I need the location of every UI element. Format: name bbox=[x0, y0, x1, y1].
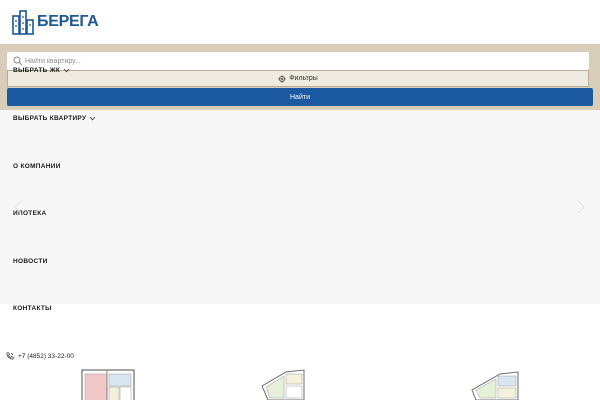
nav-item-label: ВЫБРАТЬ КВАРТИРУ bbox=[13, 115, 87, 122]
nav-item-label: НОВОСТИ bbox=[13, 258, 48, 265]
gear-icon bbox=[278, 74, 286, 83]
nav-item-contacts[interactable]: КОНТАКТЫ bbox=[13, 305, 52, 312]
nav-item-label: О КОМПАНИИ bbox=[13, 163, 61, 170]
floorplan-image[interactable] bbox=[258, 368, 308, 400]
chevron-down-icon bbox=[90, 116, 96, 121]
search-icon bbox=[13, 56, 23, 66]
complex-select-label: ВЫБРАТЬ ЖК bbox=[13, 67, 61, 74]
logo-text: БЕРЕГА bbox=[37, 13, 99, 30]
filters-label: Фильтры bbox=[289, 75, 318, 82]
chevron-left-icon[interactable] bbox=[14, 200, 22, 214]
complex-select[interactable]: ВЫБРАТЬ ЖК bbox=[13, 67, 70, 74]
nav-item-choose-apartment[interactable]: ВЫБРАТЬ КВАРТИРУ bbox=[13, 115, 96, 122]
hero-slider bbox=[0, 110, 600, 304]
floorplan-image[interactable] bbox=[470, 368, 522, 400]
floorplan-image[interactable] bbox=[80, 368, 136, 400]
search-panel: ВЫБРАТЬ ЖК Фильтры Найти bbox=[0, 44, 600, 110]
site-header: БЕРЕГА bbox=[0, 0, 600, 44]
phone-link[interactable]: +7 (4852) 33-22-00 bbox=[6, 352, 74, 360]
logo[interactable]: БЕРЕГА bbox=[12, 7, 99, 37]
find-button[interactable]: Найти bbox=[7, 88, 593, 106]
search-input[interactable] bbox=[25, 52, 585, 70]
phone-icon bbox=[6, 352, 14, 360]
nav-item-label: КОНТАКТЫ bbox=[13, 305, 52, 312]
phone-number: +7 (4852) 33-22-00 bbox=[18, 352, 74, 360]
building-logo-icon bbox=[12, 10, 34, 35]
nav-item-news[interactable]: НОВОСТИ bbox=[13, 258, 48, 265]
chevron-right-icon[interactable] bbox=[577, 200, 585, 214]
search-field[interactable] bbox=[7, 52, 589, 70]
chevron-down-icon bbox=[63, 68, 70, 73]
nav-item-about[interactable]: О КОМПАНИИ bbox=[13, 163, 61, 170]
filters-button[interactable]: Фильтры bbox=[7, 70, 589, 87]
